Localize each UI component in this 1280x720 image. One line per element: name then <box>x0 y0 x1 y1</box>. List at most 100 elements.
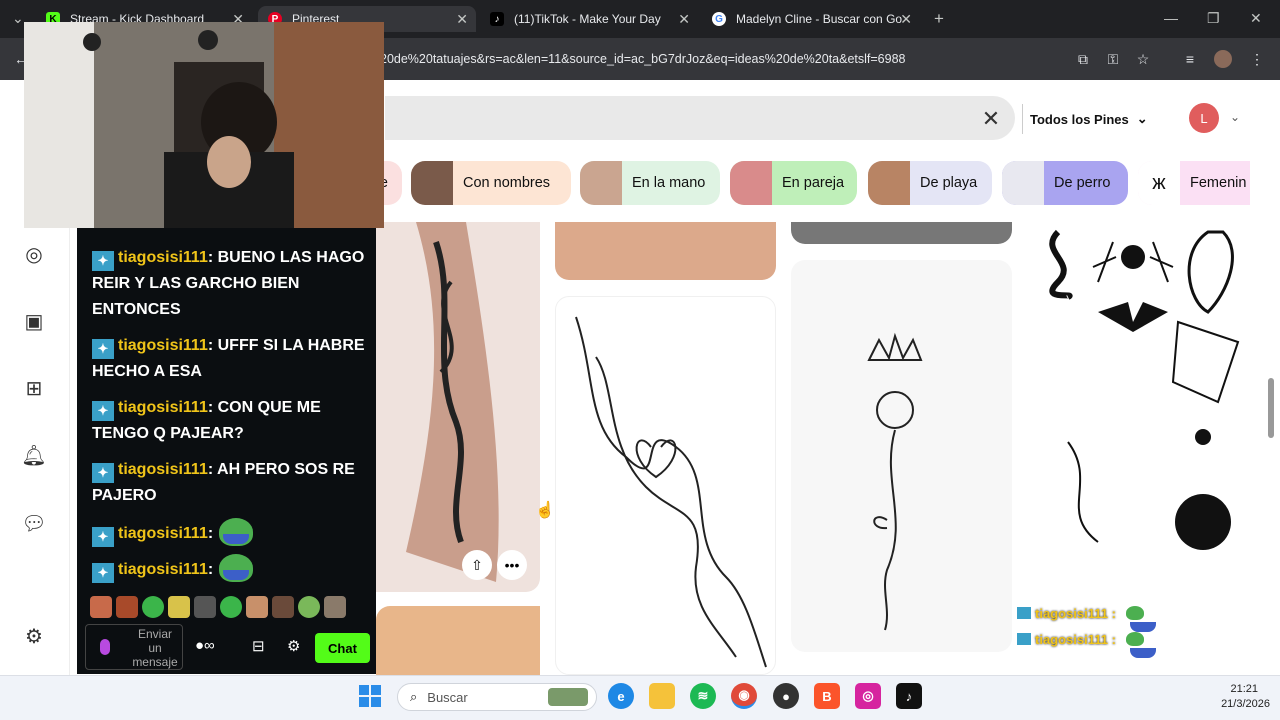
tab-title: (11)TikTok - Make Your Day <box>514 12 661 26</box>
pin-image <box>575 316 767 668</box>
pin-hand-tattoo[interactable]: ⇧ ••• <box>376 222 540 592</box>
pin-filter-dropdown[interactable]: Todos los Pines ⌄ <box>1030 104 1148 134</box>
address-bar[interactable]: 20de%20tatuajes&rs=ac&len=11&source_id=a… <box>380 46 1060 72</box>
messages-icon[interactable]: 💬︎ <box>20 509 48 537</box>
minimize-icon[interactable]: — <box>1164 10 1178 26</box>
chip-femenin[interactable]: ж Femenin <box>1138 161 1250 205</box>
edge-icon[interactable]: e <box>608 683 634 709</box>
user-badge-icon <box>1017 607 1031 619</box>
taskbar-search[interactable]: ⌕ Buscar <box>397 683 597 711</box>
chat-username[interactable]: tiagosisi111 <box>118 249 208 266</box>
pin-partial-bottom[interactable] <box>376 606 540 675</box>
chip-de-perro[interactable]: De perro <box>1002 161 1128 205</box>
emote-icon[interactable] <box>168 596 190 618</box>
emote-icon[interactable] <box>272 596 294 618</box>
media-control-icon[interactable]: ≡ <box>1181 50 1199 68</box>
pepe-emote-icon <box>219 554 254 582</box>
menu-kebab-icon[interactable]: ⋮ <box>1248 50 1266 68</box>
store-icon[interactable]: ⊟ <box>252 637 265 655</box>
file-explorer-icon[interactable] <box>649 683 675 709</box>
page-scrollbar[interactable] <box>1266 80 1276 675</box>
emote-icon[interactable] <box>324 596 346 618</box>
taskbar-search-placeholder: Buscar <box>427 689 468 705</box>
chat-settings-gear-icon[interactable]: ⚙ <box>287 637 300 655</box>
tab-google[interactable]: G Madelyn Cline - Buscar con Go ✕ <box>706 6 916 32</box>
instagram-icon[interactable]: ◎ <box>855 683 881 709</box>
brave-icon[interactable]: B <box>814 683 840 709</box>
maximize-icon[interactable]: ❐ <box>1207 10 1220 27</box>
chat-username[interactable]: tiagosisi111 <box>118 399 208 416</box>
user-badge-icon: ✦ <box>92 339 114 359</box>
pin-flash-sheet[interactable] <box>1028 222 1248 562</box>
chat-username[interactable]: tiagosisi111 <box>118 337 208 354</box>
scrollbar-thumb[interactable] <box>1268 378 1274 438</box>
search-input[interactable] <box>385 96 1015 140</box>
tab-title: Madelyn Cline - Buscar con Go <box>736 12 903 26</box>
create-icon[interactable]: ⊞ <box>20 374 48 402</box>
notifications-bell-icon[interactable]: 🔔︎ <box>20 441 48 469</box>
spotify-icon[interactable]: ≋ <box>690 683 716 709</box>
send-chat-button[interactable]: Chat <box>315 633 370 663</box>
chat-username[interactable]: tiagosisi111 <box>118 461 208 478</box>
chip-con-nombres[interactable]: Con nombres <box>411 161 571 205</box>
close-tab-icon[interactable]: ✕ <box>678 11 690 28</box>
install-app-icon[interactable]: ⧉ <box>1074 50 1092 68</box>
tab-tiktok[interactable]: ♪ (11)TikTok - Make Your Day ✕ <box>484 6 694 32</box>
share-icon[interactable]: ⇧ <box>462 550 492 580</box>
emote-icon[interactable] <box>298 596 320 618</box>
chat-username[interactable]: tiagosisi111 <box>118 525 208 542</box>
close-window-icon[interactable]: ✕ <box>1250 10 1262 27</box>
windows-taskbar <box>0 675 1280 720</box>
emote-icon[interactable] <box>246 596 268 618</box>
emote-icon[interactable] <box>194 596 216 618</box>
system-clock[interactable]: 21:21 21/3/2026 <box>1200 682 1270 712</box>
emote-icon[interactable] <box>142 596 164 618</box>
chip-de-playa[interactable]: De playa <box>868 161 992 205</box>
bookmark-star-icon[interactable]: ☆ <box>1134 50 1152 68</box>
pin-dark-top[interactable] <box>791 222 1012 244</box>
windows-start-icon[interactable] <box>357 683 383 709</box>
user-avatar[interactable]: L <box>1189 103 1219 133</box>
filter-label: Todos los Pines <box>1030 111 1129 127</box>
viewers-icon[interactable]: ●∞ <box>195 637 215 654</box>
profile-avatar-icon[interactable] <box>1214 50 1232 68</box>
mouse-cursor-icon: ☝ <box>535 502 555 519</box>
account-chevron-icon[interactable]: ⌄ <box>1230 110 1240 124</box>
chat-message-input[interactable]: Enviar un mensaje <box>85 624 183 670</box>
more-options-icon[interactable]: ••• <box>497 550 527 580</box>
chip-label: En pareja <box>782 175 845 191</box>
emote-icon[interactable] <box>90 596 112 618</box>
chat-message: ✦ tiagosisi111: <box>92 554 367 583</box>
chrome-icon[interactable]: ◉ <box>731 683 757 709</box>
chip-en-la-mano[interactable]: En la mano <box>580 161 720 205</box>
chip-label: Con nombres <box>463 175 551 191</box>
microphone-icon[interactable] <box>100 639 110 655</box>
chip-thumbnail <box>1002 161 1044 205</box>
chip-en-pareja[interactable]: En pareja <box>730 161 857 205</box>
new-tab-button[interactable]: + <box>934 9 944 29</box>
tab-list-chevron-icon[interactable]: ⌄ <box>12 10 24 27</box>
explore-icon[interactable]: ◎ <box>20 240 48 268</box>
settings-gear-icon[interactable]: ⚙ <box>20 622 48 650</box>
pin-tribal-heart[interactable] <box>555 296 776 675</box>
close-tab-icon[interactable]: ✕ <box>456 11 468 28</box>
chip-thumbnail <box>580 161 622 205</box>
clear-search-icon[interactable]: ✕ <box>978 106 1004 132</box>
boards-icon[interactable]: ▣ <box>20 307 48 335</box>
close-tab-icon[interactable]: ✕ <box>900 11 912 28</box>
obs-icon[interactable]: ● <box>773 683 799 709</box>
password-key-icon[interactable]: ⚿ <box>1104 50 1122 68</box>
chip-label: De perro <box>1054 175 1111 191</box>
emote-icon[interactable] <box>116 596 138 618</box>
chip-thumbnail <box>411 161 453 205</box>
emote-icon[interactable] <box>220 596 242 618</box>
chat-username[interactable]: tiagosisi111 <box>118 561 208 578</box>
user-badge-icon: ✦ <box>92 527 114 547</box>
overlay-username: tiagosisi111 : <box>1035 632 1116 647</box>
pepe-emote-icon <box>1125 606 1156 632</box>
pin-skin-top[interactable] <box>555 222 776 280</box>
pin-crown-rose[interactable] <box>791 260 1012 652</box>
user-badge-icon: ✦ <box>92 563 114 583</box>
tiktok-app-icon[interactable]: ♪ <box>896 683 922 709</box>
emote-bar <box>90 596 346 620</box>
